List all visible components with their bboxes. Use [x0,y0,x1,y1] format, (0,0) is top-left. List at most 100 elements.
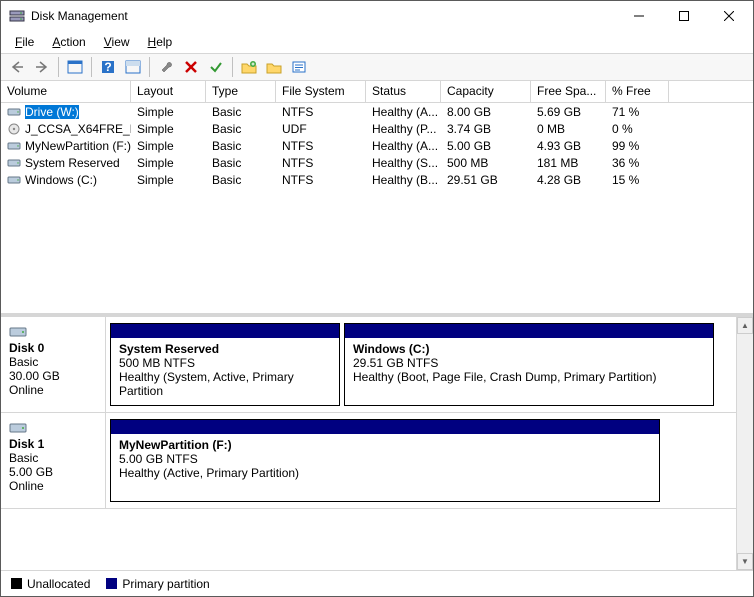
partition-health: Healthy (System, Active, Primary Partiti… [119,370,331,398]
cell-free: 4.28 GB [531,173,606,187]
disk-info[interactable]: Disk 1Basic5.00 GBOnline [1,413,106,508]
cell-free: 181 MB [531,156,606,170]
partition[interactable]: System Reserved500 MB NTFSHealthy (Syste… [110,323,340,406]
cell-free: 4.93 GB [531,139,606,153]
minimize-button[interactable] [616,2,661,31]
scrollbar[interactable]: ▲ ▼ [736,317,753,570]
close-icon [724,11,734,21]
panel-icon [67,60,83,74]
cell-pct: 99 % [606,139,669,153]
disk-icon [9,421,27,435]
new-folder-button[interactable] [237,55,261,79]
volume-rows: Drive (W:)SimpleBasicNTFSHealthy (A...8.… [1,103,753,313]
disk-map: Disk 0Basic30.00 GBOnlineSystem Reserved… [1,314,753,570]
menu-bar: File Action View Help [1,31,753,53]
minimize-icon [634,11,644,21]
primary-swatch [106,578,117,589]
col-volume[interactable]: Volume [1,81,131,103]
help-icon: ? [100,60,116,74]
legend-primary: Primary partition [106,577,209,591]
col-type[interactable]: Type [206,81,276,103]
cell-type: Basic [206,122,276,136]
delete-button[interactable] [179,55,203,79]
cell-filesystem: NTFS [276,156,366,170]
col-status[interactable]: Status [366,81,441,103]
cell-volume: System Reserved [1,156,131,170]
settings-button[interactable] [154,55,178,79]
back-button[interactable] [5,55,29,79]
partition-meta: 5.00 GB NTFS [119,452,651,466]
partition-meta: 29.51 GB NTFS [353,356,705,370]
cell-volume: Drive (W:) [1,105,131,119]
volume-row[interactable]: System ReservedSimpleBasicNTFSHealthy (S… [1,154,753,171]
help-button[interactable]: ? [96,55,120,79]
wrench-icon [158,60,174,74]
cell-status: Healthy (S... [366,156,441,170]
delete-icon [184,60,198,74]
window-title: Disk Management [31,9,616,23]
folder-plus-icon [241,60,257,74]
toolbar: ? [1,53,753,81]
cell-pct: 0 % [606,122,669,136]
partition-header [111,324,339,338]
cell-type: Basic [206,105,276,119]
cell-filesystem: UDF [276,122,366,136]
disk-type: Basic [9,355,97,369]
disk-row: Disk 1Basic5.00 GBOnlineMyNewPartition (… [1,413,736,509]
menu-file[interactable]: File [7,33,42,51]
arrow-left-icon [9,60,25,74]
cell-type: Basic [206,139,276,153]
cell-pct: 36 % [606,156,669,170]
cell-layout: Simple [131,105,206,119]
title-bar: Disk Management [1,1,753,31]
partition[interactable]: Windows (C:)29.51 GB NTFSHealthy (Boot, … [344,323,714,406]
cell-free: 5.69 GB [531,105,606,119]
forward-button[interactable] [30,55,54,79]
col-layout[interactable]: Layout [131,81,206,103]
disk-name: Disk 1 [9,437,97,451]
view-top-button[interactable] [121,55,145,79]
disk-info[interactable]: Disk 0Basic30.00 GBOnline [1,317,106,412]
partition-meta: 500 MB NTFS [119,356,331,370]
maximize-icon [679,11,689,21]
col-free[interactable]: Free Spa... [531,81,606,103]
cell-type: Basic [206,173,276,187]
col-capacity[interactable]: Capacity [441,81,531,103]
disk-size: 5.00 GB [9,465,97,479]
cell-layout: Simple [131,156,206,170]
menu-action[interactable]: Action [44,33,93,51]
col-spacer [669,81,753,103]
open-folder-button[interactable] [262,55,286,79]
close-button[interactable] [706,2,751,31]
partition-area: MyNewPartition (F:)5.00 GB NTFSHealthy (… [106,413,736,508]
cell-capacity: 29.51 GB [441,173,531,187]
cell-status: Healthy (A... [366,139,441,153]
col-filesystem[interactable]: File System [276,81,366,103]
check-button[interactable] [204,55,228,79]
cell-status: Healthy (A... [366,105,441,119]
disk-name: Disk 0 [9,341,97,355]
volume-row[interactable]: MyNewPartition (F:)SimpleBasicNTFSHealth… [1,137,753,154]
properties-button[interactable] [287,55,311,79]
partition-name: Windows (C:) [353,342,705,356]
volume-row[interactable]: Windows (C:)SimpleBasicNTFSHealthy (B...… [1,171,753,188]
cell-capacity: 8.00 GB [441,105,531,119]
cell-volume: Windows (C:) [1,173,131,187]
menu-help[interactable]: Help [140,33,181,51]
disk-icon [9,325,27,339]
legend-unallocated: Unallocated [11,577,90,591]
cell-filesystem: NTFS [276,139,366,153]
cell-status: Healthy (B... [366,173,441,187]
cell-filesystem: NTFS [276,173,366,187]
partition[interactable]: MyNewPartition (F:)5.00 GB NTFSHealthy (… [110,419,660,502]
maximize-button[interactable] [661,2,706,31]
show-hide-button[interactable] [63,55,87,79]
menu-view[interactable]: View [96,33,138,51]
scroll-down-icon[interactable]: ▼ [737,553,753,570]
scroll-up-icon[interactable]: ▲ [737,317,753,334]
check-icon [209,60,223,74]
volume-row[interactable]: Drive (W:)SimpleBasicNTFSHealthy (A...8.… [1,103,753,120]
col-pct[interactable]: % Free [606,81,669,103]
volume-row[interactable]: J_CCSA_X64FRE_E...SimpleBasicUDFHealthy … [1,120,753,137]
cell-pct: 15 % [606,173,669,187]
